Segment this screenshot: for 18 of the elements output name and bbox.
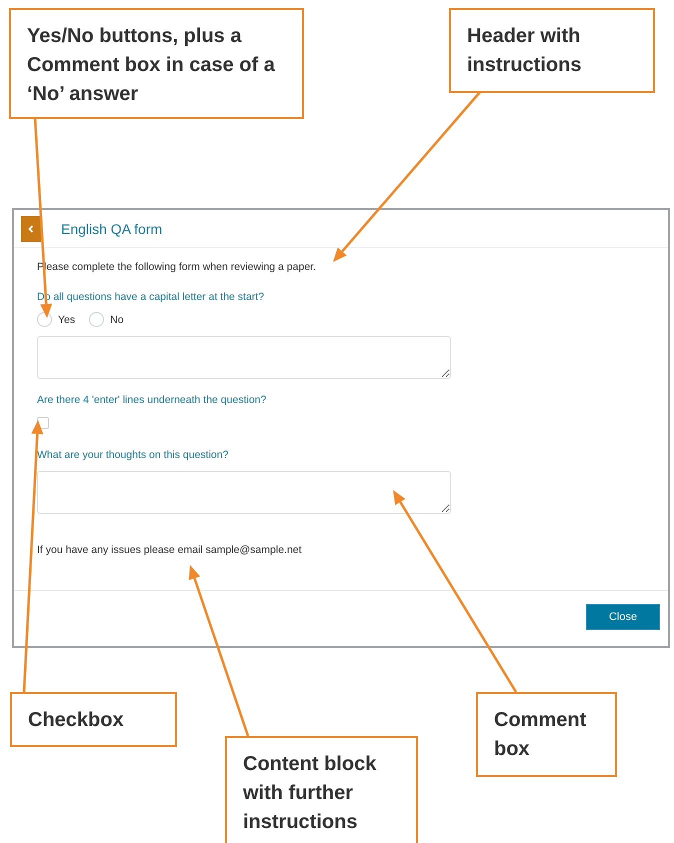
close-button[interactable]: Close bbox=[586, 604, 660, 630]
radio-button[interactable] bbox=[89, 312, 104, 327]
callout-box: Comment box bbox=[476, 692, 617, 777]
callout-box: Content block with further instructions bbox=[225, 736, 418, 843]
callout-box: Yes/No buttons, plus a Comment box in case of a ‘No’ answer bbox=[9, 8, 304, 119]
callout-box: Header with instructions bbox=[449, 8, 655, 93]
question-label: Are there 4 'enter' lines underneath the question? bbox=[37, 393, 268, 407]
question-label: What are your thoughts on this question? bbox=[37, 448, 230, 462]
back-button[interactable] bbox=[21, 216, 41, 242]
callout-box: Checkbox bbox=[10, 692, 177, 747]
dialog-title: English QA form bbox=[61, 220, 162, 236]
option-label: Yes bbox=[58, 314, 76, 326]
comment-box[interactable] bbox=[37, 336, 451, 379]
chevron-left-icon bbox=[28, 224, 34, 232]
info-text: If you have any issues please email sample@sample.net bbox=[37, 543, 303, 557]
option-label: No bbox=[110, 314, 124, 326]
radio-button[interactable] bbox=[37, 312, 52, 327]
comment-box[interactable] bbox=[37, 471, 451, 514]
